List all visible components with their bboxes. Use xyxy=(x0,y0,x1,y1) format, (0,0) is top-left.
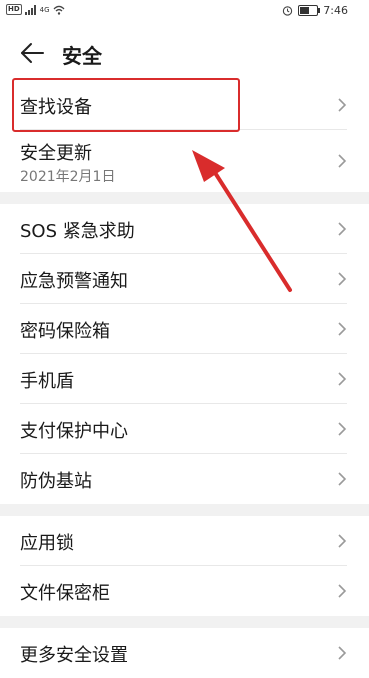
page-title: 安全 xyxy=(62,44,102,68)
section-gap xyxy=(0,504,369,516)
status-bar: HD 4G 7:46 xyxy=(0,0,369,22)
settings-row[interactable]: 文件保密柜 xyxy=(0,566,369,616)
settings-row[interactable]: 防伪基站 xyxy=(0,454,369,504)
chevron-right-icon xyxy=(338,584,347,598)
settings-row[interactable]: 应用锁 xyxy=(0,516,369,566)
battery-level-fill xyxy=(300,7,310,14)
chevron-right-icon xyxy=(338,154,347,168)
hd-badge: HD xyxy=(6,4,22,15)
chevron-right-icon xyxy=(338,422,347,436)
chevron-right-icon xyxy=(338,534,347,548)
app-header: 安全 xyxy=(0,30,369,76)
chevron-right-icon xyxy=(338,472,347,486)
settings-row-label: SOS 紧急求助 xyxy=(20,221,135,242)
section-gap xyxy=(0,616,369,628)
network-type-label: 4G xyxy=(39,5,50,14)
chevron-right-icon xyxy=(338,372,347,386)
settings-row[interactable]: 密码保险箱 xyxy=(0,304,369,354)
chevron-right-icon xyxy=(338,272,347,286)
section-gap xyxy=(0,192,369,204)
settings-row-label: 安全更新 xyxy=(20,143,92,164)
chevron-right-icon xyxy=(338,646,347,660)
settings-row-label: 文件保密柜 xyxy=(20,583,110,604)
battery-icon xyxy=(298,5,321,16)
alarm-icon xyxy=(283,6,293,16)
settings-row[interactable]: 手机盾 xyxy=(0,354,369,404)
settings-row-label: 防伪基站 xyxy=(20,471,92,492)
settings-row-label: 应急预警通知 xyxy=(20,271,128,292)
chevron-right-icon xyxy=(338,98,347,112)
settings-row[interactable]: 更多安全设置 xyxy=(0,628,369,678)
status-left: HD 4G xyxy=(6,4,65,15)
settings-row[interactable]: 安全更新 2021年2月1日 xyxy=(0,130,369,192)
settings-list: 查找设备 安全更新 2021年2月1日 SOS 紧急求助 应急预警通知 密码保险箱 手机盾支… xyxy=(0,80,369,678)
status-time: 7:46 xyxy=(323,4,348,17)
settings-row-label: 支付保护中心 xyxy=(20,421,128,442)
chevron-right-icon xyxy=(338,322,347,336)
chevron-right-icon xyxy=(338,222,347,236)
settings-row-label: 应用锁 xyxy=(20,533,74,554)
settings-row-subtitle: 2021年2月1日 xyxy=(20,169,116,185)
settings-row[interactable]: 应急预警通知 xyxy=(0,254,369,304)
status-right: 7:46 xyxy=(282,4,348,17)
signal-icon xyxy=(24,4,36,15)
settings-row[interactable]: 支付保护中心 xyxy=(0,404,369,454)
wifi-icon xyxy=(53,5,65,15)
highlight-box xyxy=(12,78,240,132)
back-arrow-icon[interactable] xyxy=(20,42,44,64)
settings-row-label: 手机盾 xyxy=(20,371,74,392)
settings-row-label: 密码保险箱 xyxy=(20,321,110,342)
settings-row[interactable]: SOS 紧急求助 xyxy=(0,204,369,254)
settings-row-label: 更多安全设置 xyxy=(20,645,128,666)
